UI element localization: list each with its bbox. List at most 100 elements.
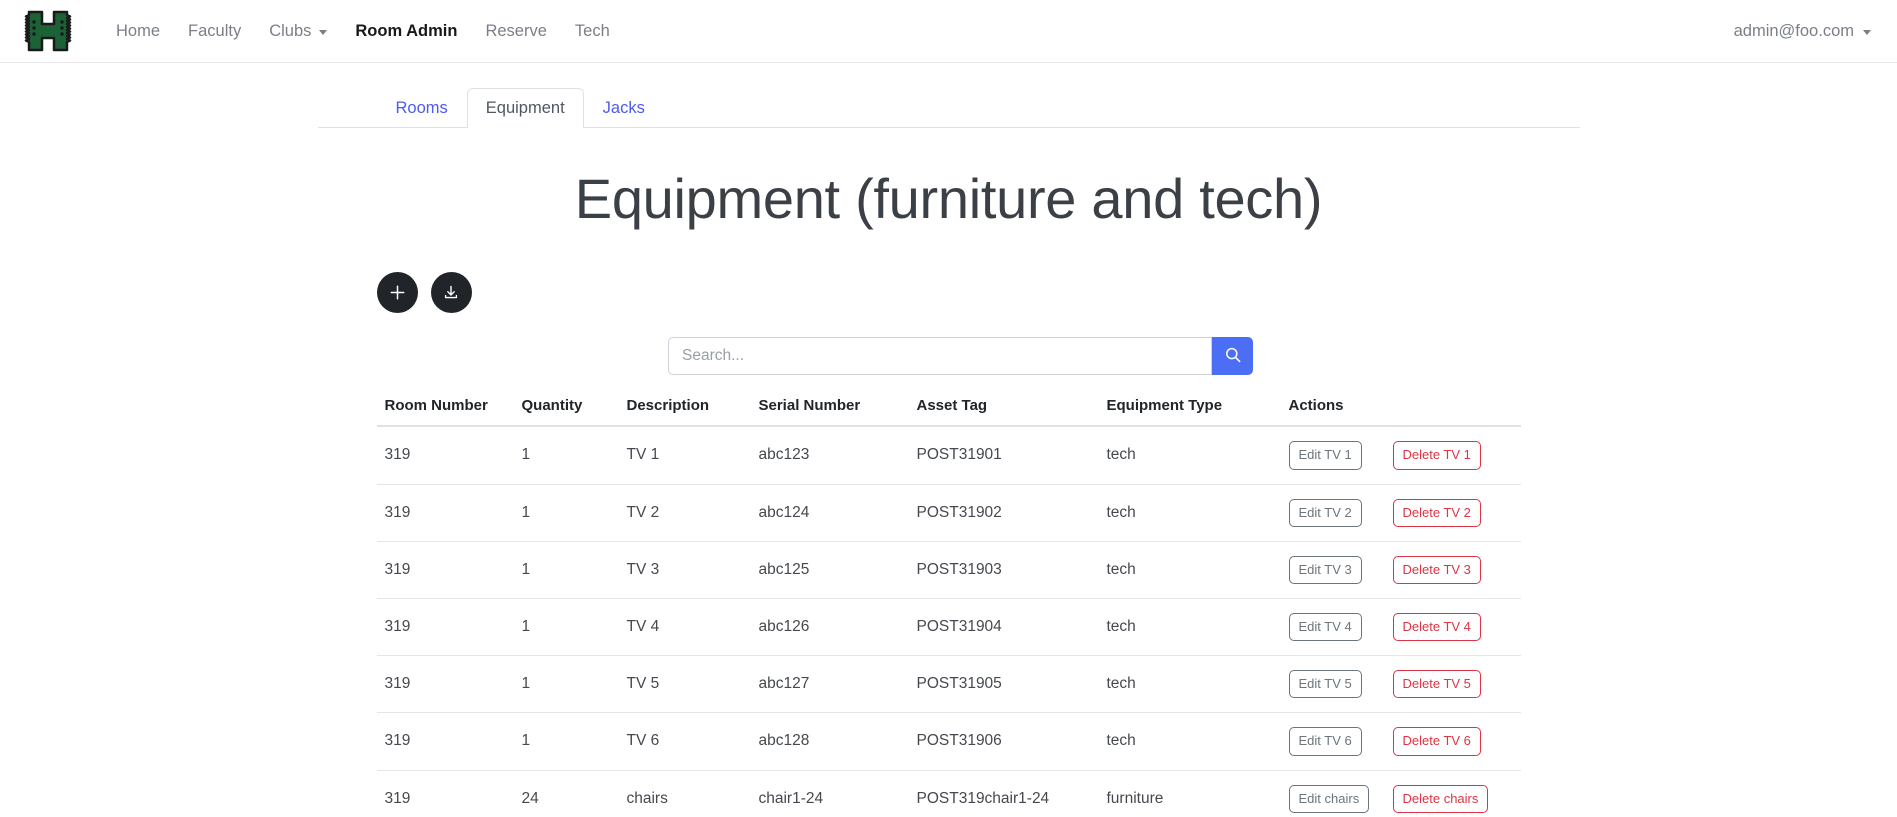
action-button-row xyxy=(318,272,1580,314)
delete-button[interactable]: Delete TV 5 xyxy=(1392,670,1481,699)
search-group xyxy=(668,337,1253,376)
content-container: Rooms Equipment Jacks Equipment (furnitu… xyxy=(317,86,1580,817)
cell-edit-action: Edit TV 2 xyxy=(1280,484,1385,542)
download-icon xyxy=(442,284,460,302)
cell-asset-tag: POST31905 xyxy=(908,655,1099,714)
tab-jacks[interactable]: Jacks xyxy=(584,88,664,128)
cell-equipment-type: tech xyxy=(1098,655,1281,714)
nav-link-room-admin[interactable]: Room Admin xyxy=(341,16,471,47)
cell-description: TV 1 xyxy=(618,426,751,485)
cell-description: TV 3 xyxy=(618,541,751,599)
cell-serial-number: abc124 xyxy=(750,484,909,542)
cell-description: TV 4 xyxy=(618,598,751,657)
download-equipment-button[interactable] xyxy=(430,272,472,314)
delete-button[interactable]: Delete chairs xyxy=(1392,784,1489,813)
delete-button[interactable]: Delete TV 4 xyxy=(1392,612,1481,642)
cell-serial-number: abc125 xyxy=(750,541,909,599)
nav-link-tech-label: Tech xyxy=(574,21,610,40)
chevron-down-icon xyxy=(319,29,328,35)
nav-link-tech[interactable]: Tech xyxy=(561,16,624,47)
delete-button[interactable]: Delete TV 1 xyxy=(1392,441,1481,470)
nav-link-room-admin-label: Room Admin xyxy=(355,21,458,40)
column-header-serial-number: Serial Number xyxy=(750,397,909,428)
cell-delete-action: Delete TV 2 xyxy=(1384,484,1521,542)
add-equipment-button[interactable] xyxy=(376,272,418,314)
table-row: 319 1 TV 4 abc126 POST31904 tech Edit TV 4 Dele… xyxy=(376,598,1521,657)
cell-description: TV 5 xyxy=(618,655,751,714)
cell-room-number: 319 xyxy=(376,712,514,771)
nav-link-home[interactable]: Home xyxy=(102,16,174,47)
column-header-equipment-type: Equipment Type xyxy=(1098,397,1281,428)
nav-link-home-label: Home xyxy=(116,21,161,40)
cell-quantity: 24 xyxy=(513,770,619,817)
table-row: 319 1 TV 5 abc127 POST31905 tech Edit TV 5 Dele… xyxy=(376,655,1521,714)
user-email-label: admin@foo.com xyxy=(1733,21,1854,40)
column-header-description: Description xyxy=(618,397,751,428)
navbar-right: admin@foo.com xyxy=(1732,16,1873,47)
equipment-table-container: Room Number Quantity Description Serial … xyxy=(318,397,1580,817)
cell-quantity: 1 xyxy=(513,598,619,657)
cell-edit-action: Edit chairs xyxy=(1280,770,1385,817)
edit-button[interactable]: Edit TV 3 xyxy=(1288,555,1362,584)
nav-link-clubs-label: Clubs xyxy=(269,21,312,40)
column-header-room-number: Room Number xyxy=(376,397,514,428)
cell-room-number: 319 xyxy=(376,484,514,542)
search-submit-button[interactable] xyxy=(1212,337,1253,376)
cell-equipment-type: tech xyxy=(1098,598,1281,657)
cell-description: chairs xyxy=(618,770,751,817)
cell-equipment-type: tech xyxy=(1098,426,1281,485)
search-icon xyxy=(1224,346,1242,367)
cell-asset-tag: POST319chair1-24 xyxy=(908,770,1099,817)
tab-equipment[interactable]: Equipment xyxy=(466,87,584,128)
edit-button[interactable]: Edit TV 1 xyxy=(1288,441,1362,470)
edit-button[interactable]: Edit TV 6 xyxy=(1288,727,1362,756)
university-of-hawaii-h-logo[interactable] xyxy=(22,8,74,54)
user-account-menu[interactable]: admin@foo.com xyxy=(1732,16,1873,47)
delete-button[interactable]: Delete TV 6 xyxy=(1392,727,1481,756)
cell-asset-tag: POST31901 xyxy=(908,426,1099,485)
table-row: 319 1 TV 6 abc128 POST31906 tech Edit TV 6 Dele… xyxy=(376,712,1521,771)
tab-rooms[interactable]: Rooms xyxy=(377,88,467,128)
edit-button[interactable]: Edit TV 4 xyxy=(1288,612,1362,642)
nav-link-faculty[interactable]: Faculty xyxy=(174,16,255,47)
cell-description: TV 6 xyxy=(618,712,751,771)
cell-serial-number: abc128 xyxy=(750,712,909,771)
cell-quantity: 1 xyxy=(513,541,619,599)
cell-delete-action: Delete TV 4 xyxy=(1384,598,1521,657)
nav-link-reserve-label: Reserve xyxy=(485,21,547,40)
equipment-table: Room Number Quantity Description Serial … xyxy=(376,397,1521,817)
table-row: 319 24 chairs chair1-24 POST319chair1-24 furn… xyxy=(376,770,1521,817)
cell-room-number: 319 xyxy=(376,541,514,599)
cell-delete-action: Delete chairs xyxy=(1384,770,1521,817)
cell-asset-tag: POST31906 xyxy=(908,712,1099,771)
cell-quantity: 1 xyxy=(513,712,619,771)
delete-button[interactable]: Delete TV 2 xyxy=(1392,498,1481,527)
delete-button[interactable]: Delete TV 3 xyxy=(1392,555,1481,584)
nav-link-clubs[interactable]: Clubs xyxy=(255,16,341,47)
cell-edit-action: Edit TV 5 xyxy=(1280,655,1385,714)
cell-delete-action: Delete TV 1 xyxy=(1384,426,1521,485)
cell-serial-number: abc126 xyxy=(750,598,909,657)
table-row: 319 1 TV 1 abc123 POST31901 tech Edit TV 1 Dele… xyxy=(376,426,1521,485)
column-header-spacer xyxy=(1384,397,1521,428)
cell-equipment-type: tech xyxy=(1098,712,1281,771)
column-header-actions: Actions xyxy=(1280,397,1385,428)
cell-quantity: 1 xyxy=(513,655,619,714)
page-body: Rooms Equipment Jacks Equipment (furnitu… xyxy=(0,86,1897,817)
primary-nav: Home Faculty Clubs Room Admin Reserve Te… xyxy=(102,16,624,47)
cell-quantity: 1 xyxy=(513,484,619,542)
cell-edit-action: Edit TV 6 xyxy=(1280,712,1385,771)
cell-description: TV 2 xyxy=(618,484,751,542)
edit-button[interactable]: Edit TV 2 xyxy=(1288,498,1362,527)
edit-button[interactable]: Edit chairs xyxy=(1288,784,1370,813)
search-row xyxy=(318,337,1580,376)
edit-button[interactable]: Edit TV 5 xyxy=(1288,670,1362,699)
column-header-quantity: Quantity xyxy=(513,397,619,428)
cell-serial-number: abc123 xyxy=(750,426,909,485)
cell-quantity: 1 xyxy=(513,426,619,485)
search-input[interactable] xyxy=(668,337,1212,376)
nav-link-reserve[interactable]: Reserve xyxy=(471,16,560,47)
equipment-table-head: Room Number Quantity Description Serial … xyxy=(376,397,1521,428)
cell-edit-action: Edit TV 3 xyxy=(1280,541,1385,599)
cell-room-number: 319 xyxy=(376,426,514,485)
